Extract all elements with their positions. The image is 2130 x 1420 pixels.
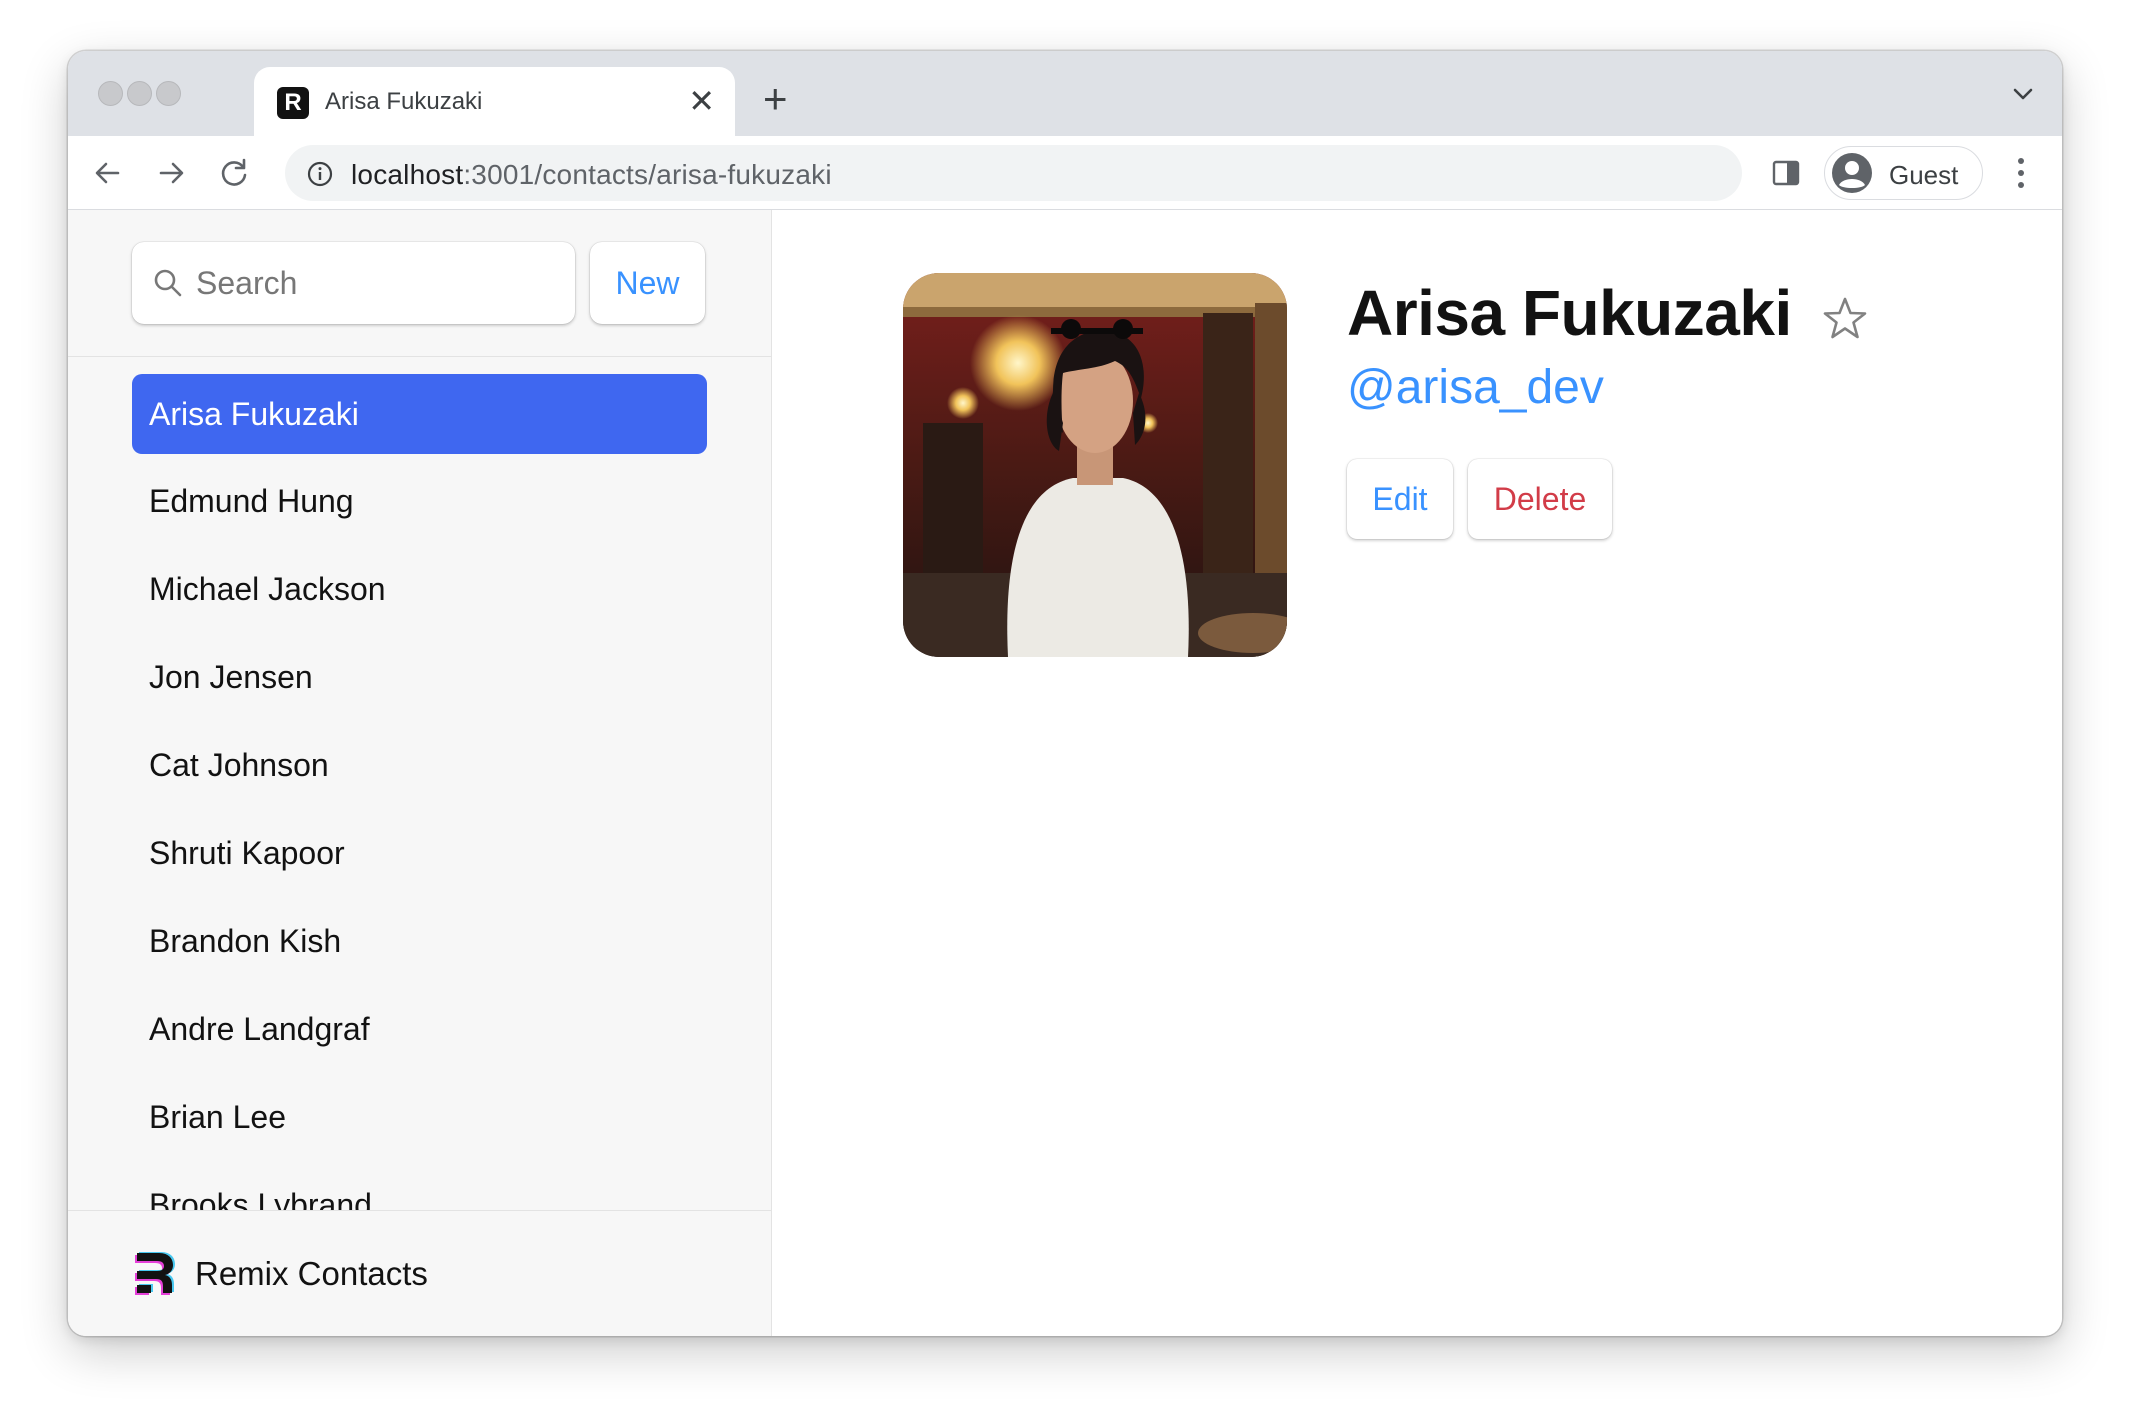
remix-logo-icon — [135, 1252, 175, 1295]
contact-item[interactable]: Edmund Hung — [132, 461, 707, 541]
profile-button[interactable]: Guest — [1824, 146, 1983, 200]
browser-tab[interactable]: R Arisa Fukuzaki ✕ — [254, 67, 735, 136]
contact-item[interactable]: Andre Landgraf — [132, 989, 707, 1069]
address-bar[interactable]: localhost:3001/contacts/arisa-fukuzaki — [285, 145, 1742, 201]
tab-close-icon[interactable]: ✕ — [688, 83, 715, 119]
contact-photo-image — [903, 273, 1287, 657]
window-zoom-control[interactable] — [156, 81, 181, 106]
delete-button[interactable]: Delete — [1468, 459, 1612, 539]
edit-button[interactable]: Edit — [1347, 459, 1453, 539]
contact-item[interactable]: Brian Lee — [132, 1077, 707, 1157]
search-input[interactable] — [196, 242, 556, 324]
contact-item[interactable]: Brandon Kish — [132, 901, 707, 981]
favorite-star-icon[interactable] — [1820, 294, 1870, 344]
url-text: localhost:3001/contacts/arisa-fukuzaki — [351, 159, 832, 190]
sidebar: New Arisa Fukuzaki Edmund Hung Michael J… — [68, 210, 772, 1336]
tab-title: Arisa Fukuzaki — [325, 88, 483, 115]
remix-favicon-icon: R — [277, 87, 309, 119]
contact-item[interactable]: Shruti Kapoor — [132, 813, 707, 893]
tab-strip: R Arisa Fukuzaki ✕ + — [68, 51, 2062, 136]
site-info-icon[interactable] — [306, 160, 334, 188]
browser-menu-icon[interactable] — [2016, 156, 2026, 190]
contact-name: Arisa Fukuzaki — [1347, 277, 1792, 349]
side-panel-icon[interactable] — [1771, 158, 1801, 188]
sidebar-footer: Remix Contacts — [68, 1210, 771, 1336]
search-box — [132, 242, 575, 324]
contact-avatar — [903, 273, 1287, 657]
window-close-control[interactable] — [98, 81, 123, 106]
browser-window: R Arisa Fukuzaki ✕ + localhost:3001/cont… — [68, 51, 2062, 1336]
new-contact-button[interactable]: New — [590, 242, 705, 324]
search-icon — [154, 269, 182, 297]
forward-arrow-icon[interactable] — [151, 153, 191, 193]
contact-item[interactable]: Michael Jackson — [132, 549, 707, 629]
guest-avatar-icon — [1832, 153, 1872, 193]
search-bar: New — [68, 210, 771, 357]
reload-icon[interactable] — [214, 153, 254, 193]
app-root: New Arisa Fukuzaki Edmund Hung Michael J… — [68, 210, 2062, 1336]
browser-toolbar: localhost:3001/contacts/arisa-fukuzaki G… — [68, 136, 2062, 210]
contact-detail: Arisa Fukuzaki @arisa_dev Edit Delete — [773, 210, 2062, 1336]
contact-item[interactable]: Jon Jensen — [132, 637, 707, 717]
contact-handle-link[interactable]: @arisa_dev — [1347, 360, 1604, 415]
tab-search-chevron-icon[interactable] — [2010, 81, 2036, 107]
contact-item[interactable]: Brooks Lybrand — [132, 1165, 707, 1210]
app-brand-name: Remix Contacts — [195, 1255, 428, 1292]
contact-item[interactable]: Cat Johnson — [132, 725, 707, 805]
profile-label: Guest — [1889, 160, 1959, 190]
back-arrow-icon[interactable] — [88, 153, 128, 193]
contact-item-active[interactable]: Arisa Fukuzaki — [132, 374, 707, 454]
new-tab-icon[interactable]: + — [763, 77, 788, 121]
contacts-list: Arisa Fukuzaki Edmund Hung Michael Jacks… — [68, 357, 771, 1210]
window-minimize-control[interactable] — [127, 81, 152, 106]
